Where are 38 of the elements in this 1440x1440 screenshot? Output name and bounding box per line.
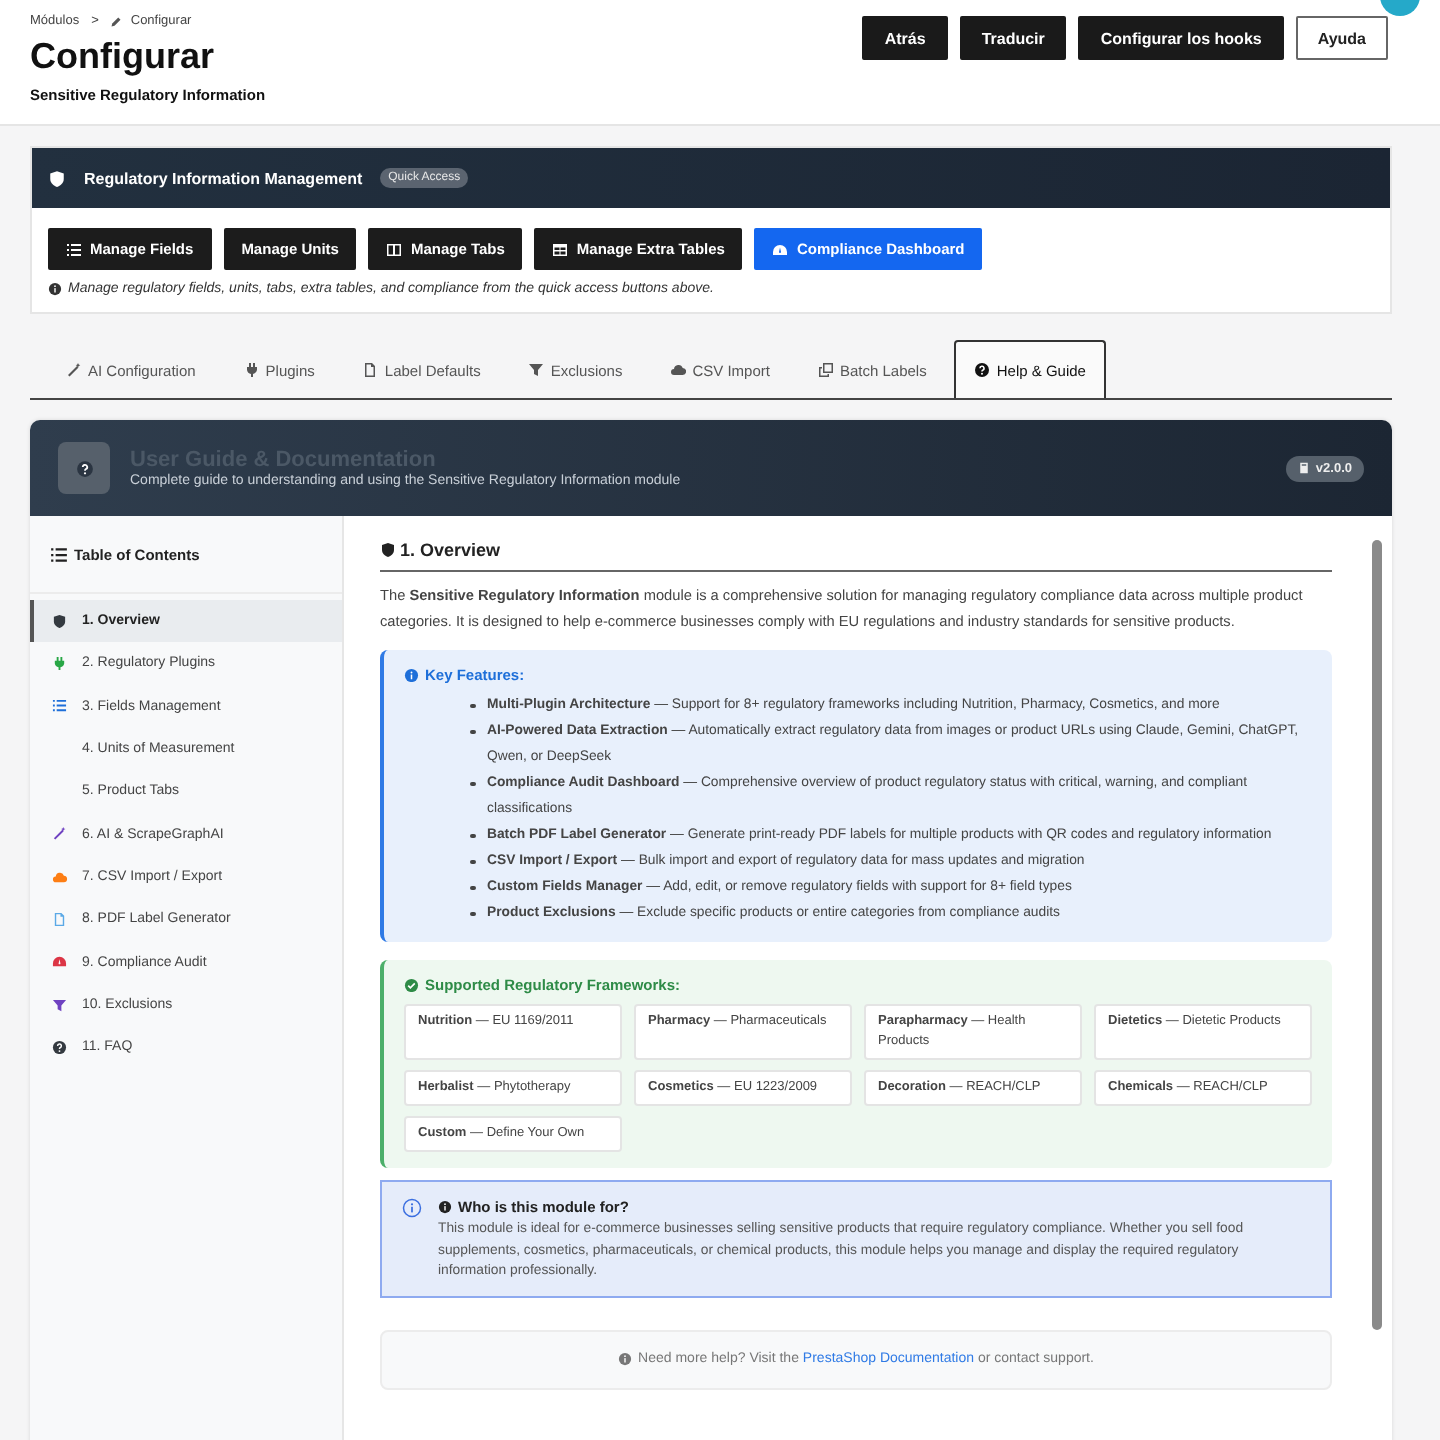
help-icon — [974, 362, 991, 378]
columns-icon — [386, 241, 403, 257]
info-icon — [618, 1352, 633, 1367]
info-icon — [48, 282, 62, 296]
help-icon — [75, 459, 93, 477]
panel-title: Regulatory Information Management — [84, 169, 363, 187]
section-title: 1. Overview — [400, 540, 501, 560]
info-icon — [438, 1200, 452, 1214]
list-icon — [50, 546, 68, 564]
scrollbar-thumb[interactable] — [1372, 540, 1382, 1330]
book-icon — [1297, 462, 1310, 474]
bullet-icon — [470, 859, 475, 864]
bullet-icon — [470, 885, 475, 890]
gauge-icon — [772, 241, 789, 257]
bullet-icon — [470, 781, 475, 786]
bullet-icon — [470, 729, 475, 734]
file-icon — [362, 362, 379, 378]
table-icon — [552, 241, 569, 257]
bullet-icon — [470, 911, 475, 916]
cloud-icon — [670, 362, 687, 378]
pencil-icon — [110, 15, 123, 27]
plug-icon — [243, 362, 260, 378]
info-icon — [404, 667, 419, 683]
bullet-icon — [470, 703, 475, 708]
check-circle-icon — [404, 977, 419, 993]
toolbar-button[interactable]: Ayuda — [1295, 16, 1388, 60]
wand-icon — [66, 362, 82, 378]
info-icon — [402, 1198, 422, 1218]
bullet-icon — [470, 833, 475, 838]
page-title: Configurar — [30, 36, 216, 78]
toolbar-button[interactable]: Traducir — [959, 16, 1067, 60]
list-icon — [66, 241, 82, 257]
shield-icon — [48, 169, 66, 187]
copy-icon — [817, 362, 834, 378]
toolbar-button[interactable]: Configurar los hooks — [1078, 16, 1284, 60]
filter-icon — [528, 362, 545, 378]
toolbar-button[interactable]: Atrás — [862, 16, 948, 60]
shield-icon — [380, 542, 396, 558]
